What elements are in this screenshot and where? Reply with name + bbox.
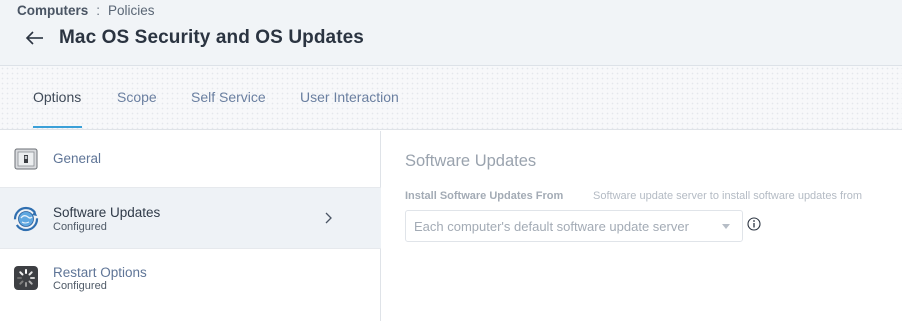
sidebar-item-label: General <box>53 151 102 166</box>
sidebar-item-label: Software Updates <box>53 205 161 220</box>
sidebar-item-general[interactable]: General <box>0 131 381 188</box>
tab-bar: Options Scope Self Service User Interact… <box>0 66 902 130</box>
page-header: Computers : Policies Mac OS Security and… <box>0 0 902 66</box>
field-description: Software update server to install softwa… <box>593 190 863 202</box>
options-sidebar: General Software Updates Configured Rest… <box>0 131 381 321</box>
chevron-right-icon <box>325 212 332 224</box>
page-title: Mac OS Security and OS Updates <box>59 27 364 48</box>
active-tab-indicator <box>33 126 82 128</box>
restart-spinner-icon <box>14 266 38 290</box>
sidebar-item-software-updates[interactable]: Software Updates Configured <box>0 188 381 249</box>
breadcrumb-computers[interactable]: Computers <box>17 3 88 18</box>
tab-user-interaction[interactable]: User Interaction <box>300 89 399 129</box>
software-update-globe-icon <box>13 206 39 232</box>
tab-scope[interactable]: Scope <box>117 89 157 129</box>
section-title: Software Updates <box>405 152 537 170</box>
field-label: Install Software Updates From <box>405 190 564 202</box>
sidebar-item-status: Configured <box>53 221 107 233</box>
general-switch-icon <box>14 148 38 170</box>
tab-self-service[interactable]: Self Service <box>191 89 266 129</box>
sidebar-item-label: Restart Options <box>53 265 147 280</box>
select-value: Each computer's default software update … <box>414 219 689 234</box>
sidebar-item-restart-options[interactable]: Restart Options Configured <box>0 249 381 321</box>
breadcrumb: Computers : Policies <box>17 3 155 18</box>
info-icon[interactable] <box>747 217 761 231</box>
arrow-left-icon[interactable] <box>24 27 46 49</box>
software-updates-panel: Software Updates Install Software Update… <box>382 131 902 321</box>
sidebar-item-status: Configured <box>53 280 107 292</box>
caret-down-icon <box>722 224 730 229</box>
update-server-select[interactable]: Each computer's default software update … <box>405 210 743 242</box>
breadcrumb-separator: : <box>96 3 101 18</box>
breadcrumb-policies[interactable]: Policies <box>108 3 155 18</box>
tab-options[interactable]: Options <box>33 89 81 129</box>
